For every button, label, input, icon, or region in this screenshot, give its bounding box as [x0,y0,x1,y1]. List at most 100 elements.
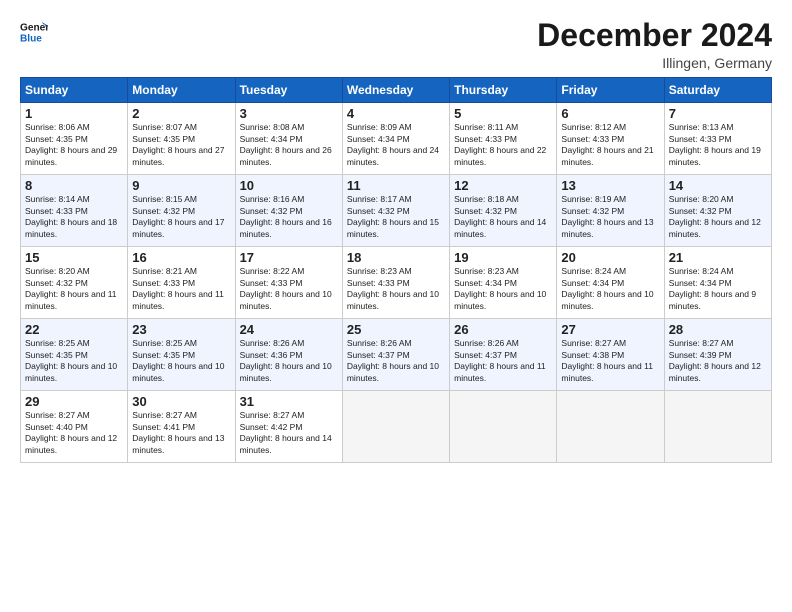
day-number: 21 [669,250,767,265]
day-number: 6 [561,106,659,121]
day-cell: 29 Sunrise: 8:27 AMSunset: 4:40 PMDaylig… [21,391,128,463]
day-cell: 6 Sunrise: 8:12 AMSunset: 4:33 PMDayligh… [557,103,664,175]
calendar-week: 29 Sunrise: 8:27 AMSunset: 4:40 PMDaylig… [21,391,772,463]
logo: General Blue [20,18,48,46]
day-cell: 27 Sunrise: 8:27 AMSunset: 4:38 PMDaylig… [557,319,664,391]
empty-cell [342,391,449,463]
calendar-table: Sunday Monday Tuesday Wednesday Thursday… [20,77,772,463]
day-cell: 11 Sunrise: 8:17 AMSunset: 4:32 PMDaylig… [342,175,449,247]
day-cell: 25 Sunrise: 8:26 AMSunset: 4:37 PMDaylig… [342,319,449,391]
empty-cell [557,391,664,463]
day-cell: 20 Sunrise: 8:24 AMSunset: 4:34 PMDaylig… [557,247,664,319]
day-cell: 22 Sunrise: 8:25 AMSunset: 4:35 PMDaylig… [21,319,128,391]
day-cell: 23 Sunrise: 8:25 AMSunset: 4:35 PMDaylig… [128,319,235,391]
title-block: December 2024 Illingen, Germany [537,18,772,71]
day-cell: 14 Sunrise: 8:20 AMSunset: 4:32 PMDaylig… [664,175,771,247]
day-cell: 9 Sunrise: 8:15 AMSunset: 4:32 PMDayligh… [128,175,235,247]
day-info: Sunrise: 8:26 AMSunset: 4:36 PMDaylight:… [240,338,332,382]
day-number: 20 [561,250,659,265]
day-info: Sunrise: 8:26 AMSunset: 4:37 PMDaylight:… [454,338,546,382]
day-info: Sunrise: 8:08 AMSunset: 4:34 PMDaylight:… [240,122,332,166]
day-number: 1 [25,106,123,121]
day-number: 2 [132,106,230,121]
day-number: 30 [132,394,230,409]
day-info: Sunrise: 8:09 AMSunset: 4:34 PMDaylight:… [347,122,439,166]
day-cell: 19 Sunrise: 8:23 AMSunset: 4:34 PMDaylig… [450,247,557,319]
day-cell: 30 Sunrise: 8:27 AMSunset: 4:41 PMDaylig… [128,391,235,463]
day-info: Sunrise: 8:27 AMSunset: 4:41 PMDaylight:… [132,410,224,454]
day-cell: 28 Sunrise: 8:27 AMSunset: 4:39 PMDaylig… [664,319,771,391]
day-info: Sunrise: 8:12 AMSunset: 4:33 PMDaylight:… [561,122,653,166]
day-info: Sunrise: 8:27 AMSunset: 4:38 PMDaylight:… [561,338,653,382]
day-cell: 17 Sunrise: 8:22 AMSunset: 4:33 PMDaylig… [235,247,342,319]
day-number: 31 [240,394,338,409]
col-monday: Monday [128,78,235,103]
col-saturday: Saturday [664,78,771,103]
day-cell: 5 Sunrise: 8:11 AMSunset: 4:33 PMDayligh… [450,103,557,175]
day-number: 10 [240,178,338,193]
day-number: 24 [240,322,338,337]
day-info: Sunrise: 8:22 AMSunset: 4:33 PMDaylight:… [240,266,332,310]
day-number: 4 [347,106,445,121]
day-info: Sunrise: 8:25 AMSunset: 4:35 PMDaylight:… [132,338,224,382]
day-number: 19 [454,250,552,265]
day-cell: 16 Sunrise: 8:21 AMSunset: 4:33 PMDaylig… [128,247,235,319]
day-info: Sunrise: 8:13 AMSunset: 4:33 PMDaylight:… [669,122,761,166]
header: General Blue December 2024 Illingen, Ger… [20,18,772,71]
col-tuesday: Tuesday [235,78,342,103]
day-number: 25 [347,322,445,337]
day-number: 11 [347,178,445,193]
calendar-week: 1 Sunrise: 8:06 AMSunset: 4:35 PMDayligh… [21,103,772,175]
day-cell: 3 Sunrise: 8:08 AMSunset: 4:34 PMDayligh… [235,103,342,175]
day-cell: 21 Sunrise: 8:24 AMSunset: 4:34 PMDaylig… [664,247,771,319]
calendar-week: 8 Sunrise: 8:14 AMSunset: 4:33 PMDayligh… [21,175,772,247]
day-cell: 2 Sunrise: 8:07 AMSunset: 4:35 PMDayligh… [128,103,235,175]
day-cell: 31 Sunrise: 8:27 AMSunset: 4:42 PMDaylig… [235,391,342,463]
day-info: Sunrise: 8:16 AMSunset: 4:32 PMDaylight:… [240,194,332,238]
day-info: Sunrise: 8:20 AMSunset: 4:32 PMDaylight:… [669,194,761,238]
day-number: 15 [25,250,123,265]
col-friday: Friday [557,78,664,103]
day-info: Sunrise: 8:15 AMSunset: 4:32 PMDaylight:… [132,194,224,238]
logo-icon: General Blue [20,18,48,46]
day-info: Sunrise: 8:17 AMSunset: 4:32 PMDaylight:… [347,194,439,238]
day-number: 9 [132,178,230,193]
day-number: 18 [347,250,445,265]
day-info: Sunrise: 8:11 AMSunset: 4:33 PMDaylight:… [454,122,546,166]
day-number: 8 [25,178,123,193]
day-info: Sunrise: 8:18 AMSunset: 4:32 PMDaylight:… [454,194,546,238]
col-thursday: Thursday [450,78,557,103]
day-number: 17 [240,250,338,265]
calendar-week: 22 Sunrise: 8:25 AMSunset: 4:35 PMDaylig… [21,319,772,391]
day-info: Sunrise: 8:25 AMSunset: 4:35 PMDaylight:… [25,338,117,382]
day-cell: 13 Sunrise: 8:19 AMSunset: 4:32 PMDaylig… [557,175,664,247]
day-cell: 18 Sunrise: 8:23 AMSunset: 4:33 PMDaylig… [342,247,449,319]
day-number: 5 [454,106,552,121]
day-cell: 24 Sunrise: 8:26 AMSunset: 4:36 PMDaylig… [235,319,342,391]
col-sunday: Sunday [21,78,128,103]
day-cell: 15 Sunrise: 8:20 AMSunset: 4:32 PMDaylig… [21,247,128,319]
calendar-week: 15 Sunrise: 8:20 AMSunset: 4:32 PMDaylig… [21,247,772,319]
day-cell: 4 Sunrise: 8:09 AMSunset: 4:34 PMDayligh… [342,103,449,175]
day-cell: 1 Sunrise: 8:06 AMSunset: 4:35 PMDayligh… [21,103,128,175]
col-wednesday: Wednesday [342,78,449,103]
day-cell: 10 Sunrise: 8:16 AMSunset: 4:32 PMDaylig… [235,175,342,247]
day-info: Sunrise: 8:21 AMSunset: 4:33 PMDaylight:… [132,266,224,310]
day-info: Sunrise: 8:24 AMSunset: 4:34 PMDaylight:… [561,266,653,310]
header-row: Sunday Monday Tuesday Wednesday Thursday… [21,78,772,103]
day-info: Sunrise: 8:24 AMSunset: 4:34 PMDaylight:… [669,266,756,310]
svg-text:Blue: Blue [20,33,42,44]
day-info: Sunrise: 8:06 AMSunset: 4:35 PMDaylight:… [25,122,117,166]
day-info: Sunrise: 8:23 AMSunset: 4:34 PMDaylight:… [454,266,546,310]
location-subtitle: Illingen, Germany [537,55,772,71]
day-number: 29 [25,394,123,409]
day-info: Sunrise: 8:19 AMSunset: 4:32 PMDaylight:… [561,194,653,238]
day-info: Sunrise: 8:07 AMSunset: 4:35 PMDaylight:… [132,122,224,166]
day-info: Sunrise: 8:23 AMSunset: 4:33 PMDaylight:… [347,266,439,310]
day-cell: 8 Sunrise: 8:14 AMSunset: 4:33 PMDayligh… [21,175,128,247]
day-number: 23 [132,322,230,337]
day-number: 3 [240,106,338,121]
empty-cell [450,391,557,463]
day-info: Sunrise: 8:27 AMSunset: 4:39 PMDaylight:… [669,338,761,382]
day-info: Sunrise: 8:27 AMSunset: 4:40 PMDaylight:… [25,410,117,454]
